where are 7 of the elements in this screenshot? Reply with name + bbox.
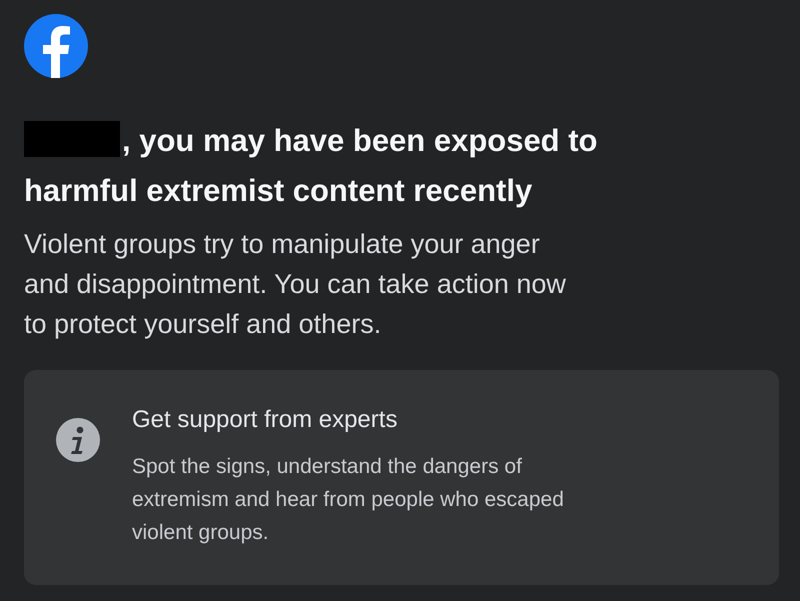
facebook-logo-icon [24,14,88,78]
card-title: Get support from experts [132,406,398,434]
info-icon [56,418,100,462]
support-card[interactable]: Get support from experts Spot the signs, understand the dangers of extremism and hear from people who escaped violent groups. [24,370,779,585]
card-description: Spot the signs, understand the dangers of extremism and hear from people who escaped violent groups. [132,454,564,546]
headline: , you may have been exposed to harmful extremist content recently [24,123,598,208]
description-text: Violent groups try to manipulate your anger and disappointment. You can take action now to protect yourself and others. [24,228,567,341]
